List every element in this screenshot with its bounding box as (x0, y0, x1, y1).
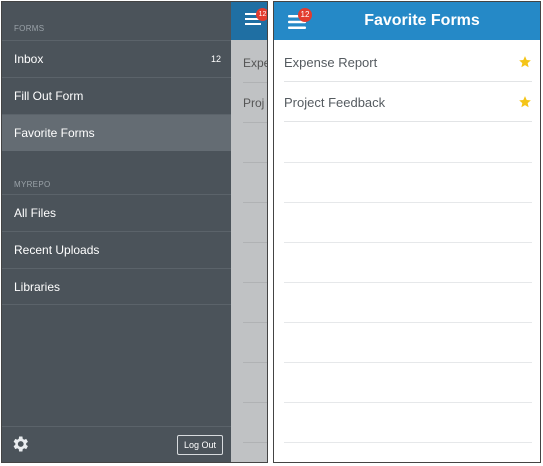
form-label: Expense Report (284, 55, 378, 70)
divider (243, 442, 267, 443)
drawer-item-label: Favorite Forms (14, 126, 95, 140)
notification-badge: 12 (256, 8, 267, 21)
peek-header: 12 (231, 2, 267, 40)
left-screenshot: FORMS Inbox 12 Fill Out Form Favorite Fo… (1, 1, 268, 463)
section-title-forms: FORMS (14, 24, 45, 33)
divider (243, 242, 267, 243)
drawer-item-label: Libraries (14, 279, 61, 294)
divider (284, 282, 532, 283)
divider (243, 122, 267, 123)
divider (243, 82, 267, 83)
content-peek: 12 Expe Proj (231, 2, 268, 462)
drawer-item-all-files[interactable]: All Files (2, 194, 231, 231)
favorite-form-row[interactable]: Expense Report (284, 42, 532, 82)
drawer-footer: Log Out (2, 426, 231, 462)
right-screenshot: 12 Favorite Forms Expense Report Project… (273, 1, 541, 463)
divider (284, 242, 532, 243)
divider (243, 322, 267, 323)
drawer-item-favorite-forms[interactable]: Favorite Forms (2, 114, 231, 151)
divider (243, 282, 267, 283)
divider (284, 442, 532, 443)
peek-row-label: Expe (243, 56, 268, 70)
form-label: Project Feedback (284, 95, 386, 110)
divider (284, 402, 532, 403)
drawer-item-recent-uploads[interactable]: Recent Uploads (2, 231, 231, 268)
divider (243, 202, 267, 203)
page-title: Favorite Forms (364, 12, 480, 29)
peek-row-label: Proj (243, 96, 265, 110)
divider (284, 322, 532, 323)
favorite-form-row[interactable]: Project Feedback (284, 82, 532, 122)
drawer-item-label: Recent Uploads (14, 243, 100, 257)
notification-badge: 12 (298, 8, 312, 22)
inbox-count-badge: 12 (210, 54, 221, 64)
navigation-drawer: FORMS Inbox 12 Fill Out Form Favorite Fo… (2, 2, 231, 462)
drawer-item-fill-out-form[interactable]: Fill Out Form (2, 77, 231, 114)
drawer-item-libraries[interactable]: Libraries (2, 268, 231, 305)
drawer-item-label: Inbox (14, 52, 44, 66)
divider (284, 202, 532, 203)
section-title-myrepo: MYREPO (14, 180, 51, 189)
drawer-item-label: Fill Out Form (14, 89, 84, 103)
star-icon[interactable] (518, 55, 532, 69)
app-header: 12 Favorite Forms (274, 2, 540, 40)
star-icon[interactable] (518, 95, 532, 109)
drawer-item-label: All Files (14, 206, 57, 220)
divider (284, 162, 532, 163)
divider (243, 402, 267, 403)
drawer-item-inbox[interactable]: Inbox 12 (2, 40, 231, 77)
logout-button[interactable]: Log Out (176, 435, 223, 455)
gear-icon[interactable] (10, 434, 30, 454)
divider (284, 362, 532, 363)
divider (243, 162, 267, 163)
divider (243, 362, 267, 363)
